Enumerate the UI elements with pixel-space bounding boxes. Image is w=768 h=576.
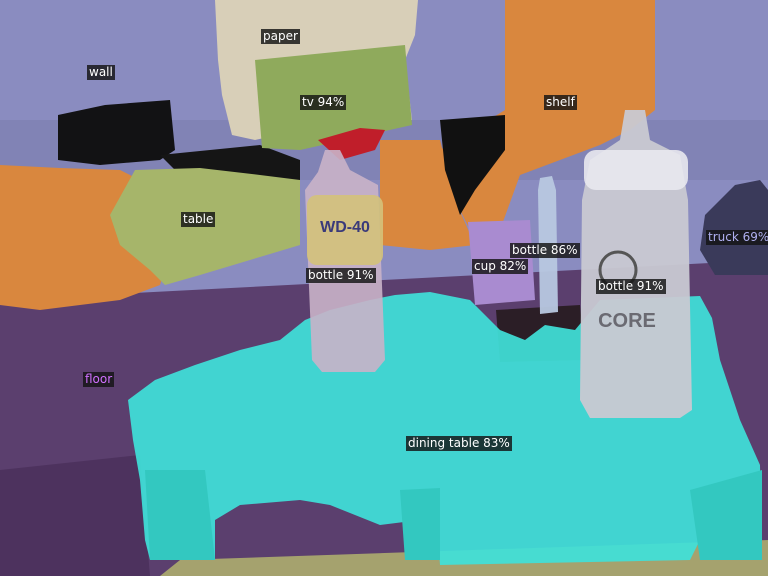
label-floor: floor [83, 372, 115, 387]
bottle-left: WD-40 [305, 150, 385, 372]
label-truck: truck 69% [706, 230, 768, 245]
bottle-right: CORE [580, 110, 692, 418]
label-bottle-center: bottle 86% [510, 243, 580, 258]
label-bottle-left: bottle 91% [306, 268, 376, 283]
label-paper: paper [261, 29, 300, 44]
label-table: table [181, 212, 216, 227]
dining-table-leg-left [145, 470, 215, 560]
label-dining-table: dining table 83% [406, 436, 512, 451]
dining-table-leg-center [400, 488, 440, 560]
label-bottle-right: bottle 91% [596, 279, 666, 294]
label-cup: cup 82% [472, 259, 529, 274]
label-shelf: shelf [544, 95, 577, 110]
label-wall: wall [87, 65, 115, 80]
bottle-right-brand: CORE [598, 310, 656, 332]
bottle-left-brand: WD-40 [320, 219, 370, 236]
floor-dark-patch [0, 455, 150, 576]
label-tv: tv 94% [300, 95, 347, 110]
